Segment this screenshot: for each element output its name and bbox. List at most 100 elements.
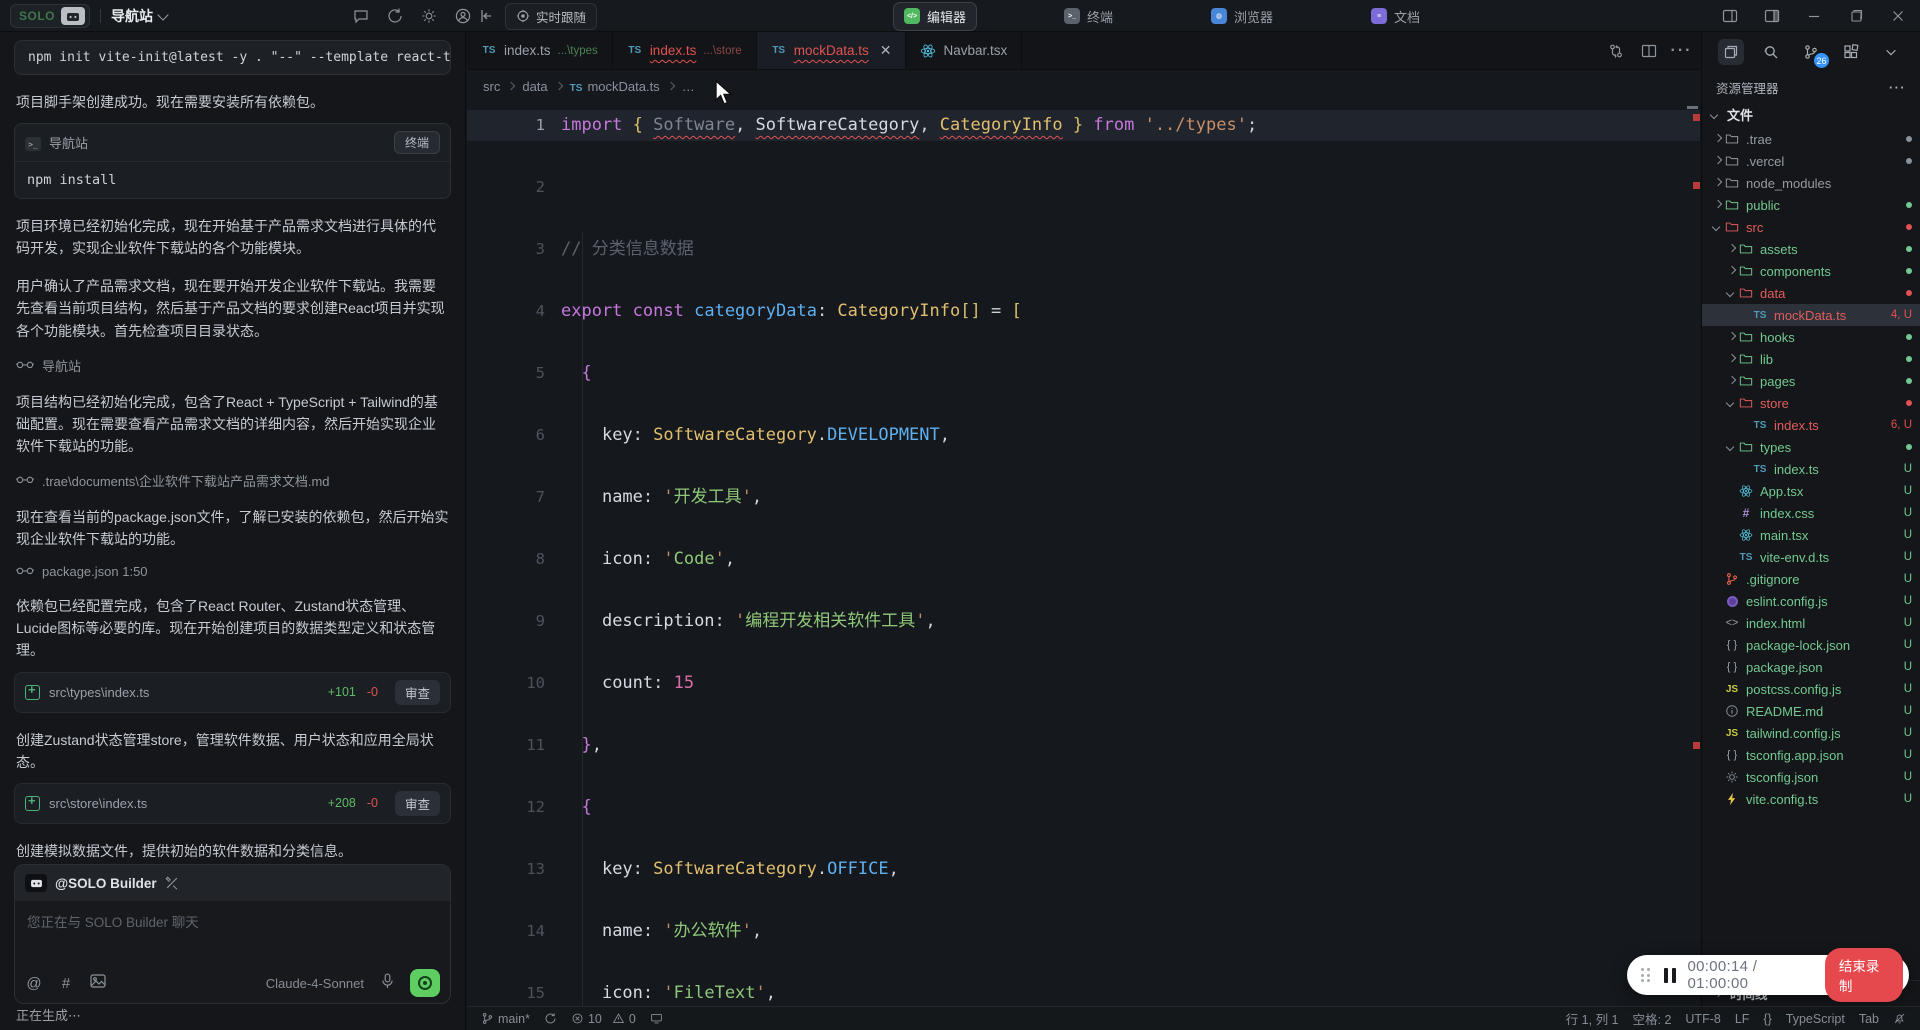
problems-status[interactable]: 10 0 xyxy=(571,1012,636,1026)
pause-recording-button[interactable] xyxy=(1663,967,1676,983)
code-line-13[interactable]: 13 key: SoftwareCategory.OFFICE, xyxy=(467,854,1700,885)
explorer-more-icon[interactable]: ··· xyxy=(1889,81,1906,95)
tree-folder-hooks[interactable]: hooks xyxy=(1702,326,1920,348)
live-follow-button[interactable]: 实时跟随 xyxy=(505,2,598,30)
mode-tab-浏览器[interactable]: ◍ 浏览器 xyxy=(1200,2,1284,31)
history-icon[interactable] xyxy=(386,8,403,25)
tools-icon[interactable] xyxy=(165,876,179,890)
tree-file-App.tsx[interactable]: App.tsx U xyxy=(1702,480,1920,502)
code-line-8[interactable]: 8 icon: 'Code', xyxy=(467,544,1700,575)
tool-call-row[interactable]: 导航站 xyxy=(16,356,449,375)
statusbar-item[interactable]: LF xyxy=(1735,1012,1750,1026)
breadcrumb-item[interactable]: … xyxy=(682,79,695,94)
tool-call-row[interactable]: .trae\documents\企业软件下载站产品需求文档.md xyxy=(16,471,449,490)
chevron-down-icon[interactable] xyxy=(1878,39,1904,65)
stop-recording-button[interactable]: 结束录制 xyxy=(1824,948,1903,1002)
breadcrumb-item[interactable]: data xyxy=(522,79,547,94)
tree-file-vite.config.ts[interactable]: vite.config.ts U xyxy=(1702,788,1920,810)
file-change-card[interactable]: src\types\index.ts +101 -0 审查 xyxy=(14,671,451,713)
editor-tab-index.ts[interactable]: TS index.ts ...\types xyxy=(467,32,613,69)
tree-file-tsconfig.app.json[interactable]: { } tsconfig.app.json U xyxy=(1702,744,1920,766)
tree-folder-store[interactable]: store xyxy=(1702,392,1920,414)
tree-file-index.html[interactable]: <> index.html U xyxy=(1702,612,1920,634)
code-line-6[interactable]: 6 key: SoftwareCategory.DEVELOPMENT, xyxy=(467,420,1700,451)
record-stop-button[interactable] xyxy=(410,969,440,997)
editor-tab-index.ts[interactable]: TS index.ts ...\store xyxy=(612,32,757,69)
tree-folder-lib[interactable]: lib xyxy=(1702,348,1920,370)
drag-handle-icon[interactable] xyxy=(1641,968,1650,982)
search-icon[interactable] xyxy=(1758,39,1784,65)
panel-layout-icon[interactable] xyxy=(1721,8,1738,25)
code-line-4[interactable]: 4 export const categoryData: CategoryInfo… xyxy=(467,296,1700,327)
screen-recorder-pill[interactable]: 00:00:14 / 01:00:00 结束录制 xyxy=(1627,948,1909,1002)
hash-context-icon[interactable]: # xyxy=(57,975,75,992)
maximize-button[interactable] xyxy=(1847,8,1864,25)
tree-file-tailwind.config.js[interactable]: JS tailwind.config.js U xyxy=(1702,722,1920,744)
tree-file-.gitignore[interactable]: .gitignore U xyxy=(1702,568,1920,590)
tree-file-index.ts[interactable]: TS index.ts 6, U xyxy=(1702,414,1920,436)
statusbar-item[interactable]: {} xyxy=(1763,1012,1771,1026)
tree-file-eslint.config.js[interactable]: eslint.config.js U xyxy=(1702,590,1920,612)
mode-tab-文档[interactable]: ≡ 文档 xyxy=(1360,2,1431,31)
tree-folder-node_modules[interactable]: node_modules xyxy=(1702,172,1920,194)
solo-mode-toggle[interactable]: SOLO xyxy=(10,4,91,28)
split-editor-icon[interactable] xyxy=(1640,43,1657,60)
image-attach-icon[interactable] xyxy=(89,974,107,992)
tree-file-README.md[interactable]: README.md U xyxy=(1702,700,1920,722)
tree-folder-.trae[interactable]: .trae xyxy=(1702,128,1920,150)
feedback-icon[interactable] xyxy=(352,8,369,25)
code-line-9[interactable]: 9 description: '编程开发相关软件工具', xyxy=(467,606,1700,637)
tree-folder-assets[interactable]: assets xyxy=(1702,238,1920,260)
tree-file-vite-env.d.ts[interactable]: TS vite-env.d.ts U xyxy=(1702,546,1920,568)
tool-call-row[interactable]: package.json 1:50 xyxy=(16,564,449,579)
diff-icon[interactable] xyxy=(1607,43,1624,60)
statusbar-item[interactable]: TypeScript xyxy=(1786,1012,1845,1026)
tree-file-postcss.config.js[interactable]: JS postcss.config.js U xyxy=(1702,678,1920,700)
code-line-12[interactable]: 12 { xyxy=(467,792,1700,823)
editor-tab-mockData.ts[interactable]: TS mockData.ts ✕ xyxy=(756,32,907,69)
tree-file-index.css[interactable]: # index.css U xyxy=(1702,502,1920,524)
collapse-left-icon[interactable] xyxy=(478,8,495,25)
minimize-button[interactable] xyxy=(1805,8,1822,25)
git-branch-status[interactable]: main* xyxy=(481,1012,530,1026)
overview-ruler[interactable] xyxy=(1686,102,1700,1006)
mic-icon[interactable] xyxy=(378,973,396,993)
editor-tab-Navbar.tsx[interactable]: Navbar.tsx xyxy=(906,32,1023,69)
code-line-14[interactable]: 14 name: '办公软件', xyxy=(467,916,1700,947)
notifications-bell-icon[interactable] xyxy=(1893,1012,1906,1025)
tree-folder-types[interactable]: types xyxy=(1702,436,1920,458)
panel-layout-right-icon[interactable] xyxy=(1763,8,1780,25)
tree-folder-src[interactable]: src xyxy=(1702,216,1920,238)
code-line-1[interactable]: 1 import { Software, SoftwareCategory, Ca… xyxy=(467,110,1700,141)
workspace-title[interactable]: 导航站 xyxy=(111,6,169,26)
code-line-3[interactable]: 3// 分类信息数据 xyxy=(467,234,1700,265)
breadcrumb[interactable]: src data TS mockData.ts … xyxy=(467,70,1700,102)
tree-file-package.json[interactable]: { } package.json U xyxy=(1702,656,1920,678)
more-actions-icon[interactable]: ··· xyxy=(1671,42,1691,60)
account-icon[interactable] xyxy=(454,8,471,25)
statusbar-item[interactable]: 空格: 2 xyxy=(1633,1009,1672,1028)
chat-placeholder[interactable]: 您正在与 SOLO Builder 聊天 xyxy=(15,901,450,941)
code-line-15[interactable]: 15 icon: 'FileText', xyxy=(467,978,1700,1006)
code-line-2[interactable]: 2 xyxy=(467,172,1700,203)
review-button[interactable]: 审查 xyxy=(394,679,440,705)
code-line-10[interactable]: 10 count: 15 xyxy=(467,668,1700,699)
close-button[interactable] xyxy=(1889,8,1906,25)
mention-icon[interactable]: @ xyxy=(25,975,43,992)
code-line-11[interactable]: 11 }, xyxy=(467,730,1700,761)
statusbar-item[interactable]: 行 1, 列 1 xyxy=(1566,1009,1619,1028)
extensions-icon[interactable] xyxy=(1838,39,1864,65)
code-editor[interactable]: 1 import { Software, SoftwareCategory, Ca… xyxy=(467,102,1700,1006)
breadcrumb-item[interactable]: src xyxy=(483,79,500,94)
statusbar-item[interactable]: UTF-8 xyxy=(1685,1012,1720,1026)
close-tab-icon[interactable]: ✕ xyxy=(880,42,892,59)
breadcrumb-item[interactable]: TS mockData.ts xyxy=(570,79,660,94)
mode-tab-编辑器[interactable]: </> 编辑器 xyxy=(893,1,978,31)
statusbar-item[interactable]: Tab xyxy=(1859,1012,1879,1026)
code-line-7[interactable]: 7 name: '开发工具', xyxy=(467,482,1700,513)
code-line-5[interactable]: 5 { xyxy=(467,358,1700,389)
tree-file-tsconfig.json[interactable]: tsconfig.json U xyxy=(1702,766,1920,788)
review-button[interactable]: 审查 xyxy=(394,790,440,816)
tree-file-package-lock.json[interactable]: { } package-lock.json U xyxy=(1702,634,1920,656)
tree-file-mockData.ts[interactable]: TS mockData.ts 4, U xyxy=(1702,304,1920,326)
